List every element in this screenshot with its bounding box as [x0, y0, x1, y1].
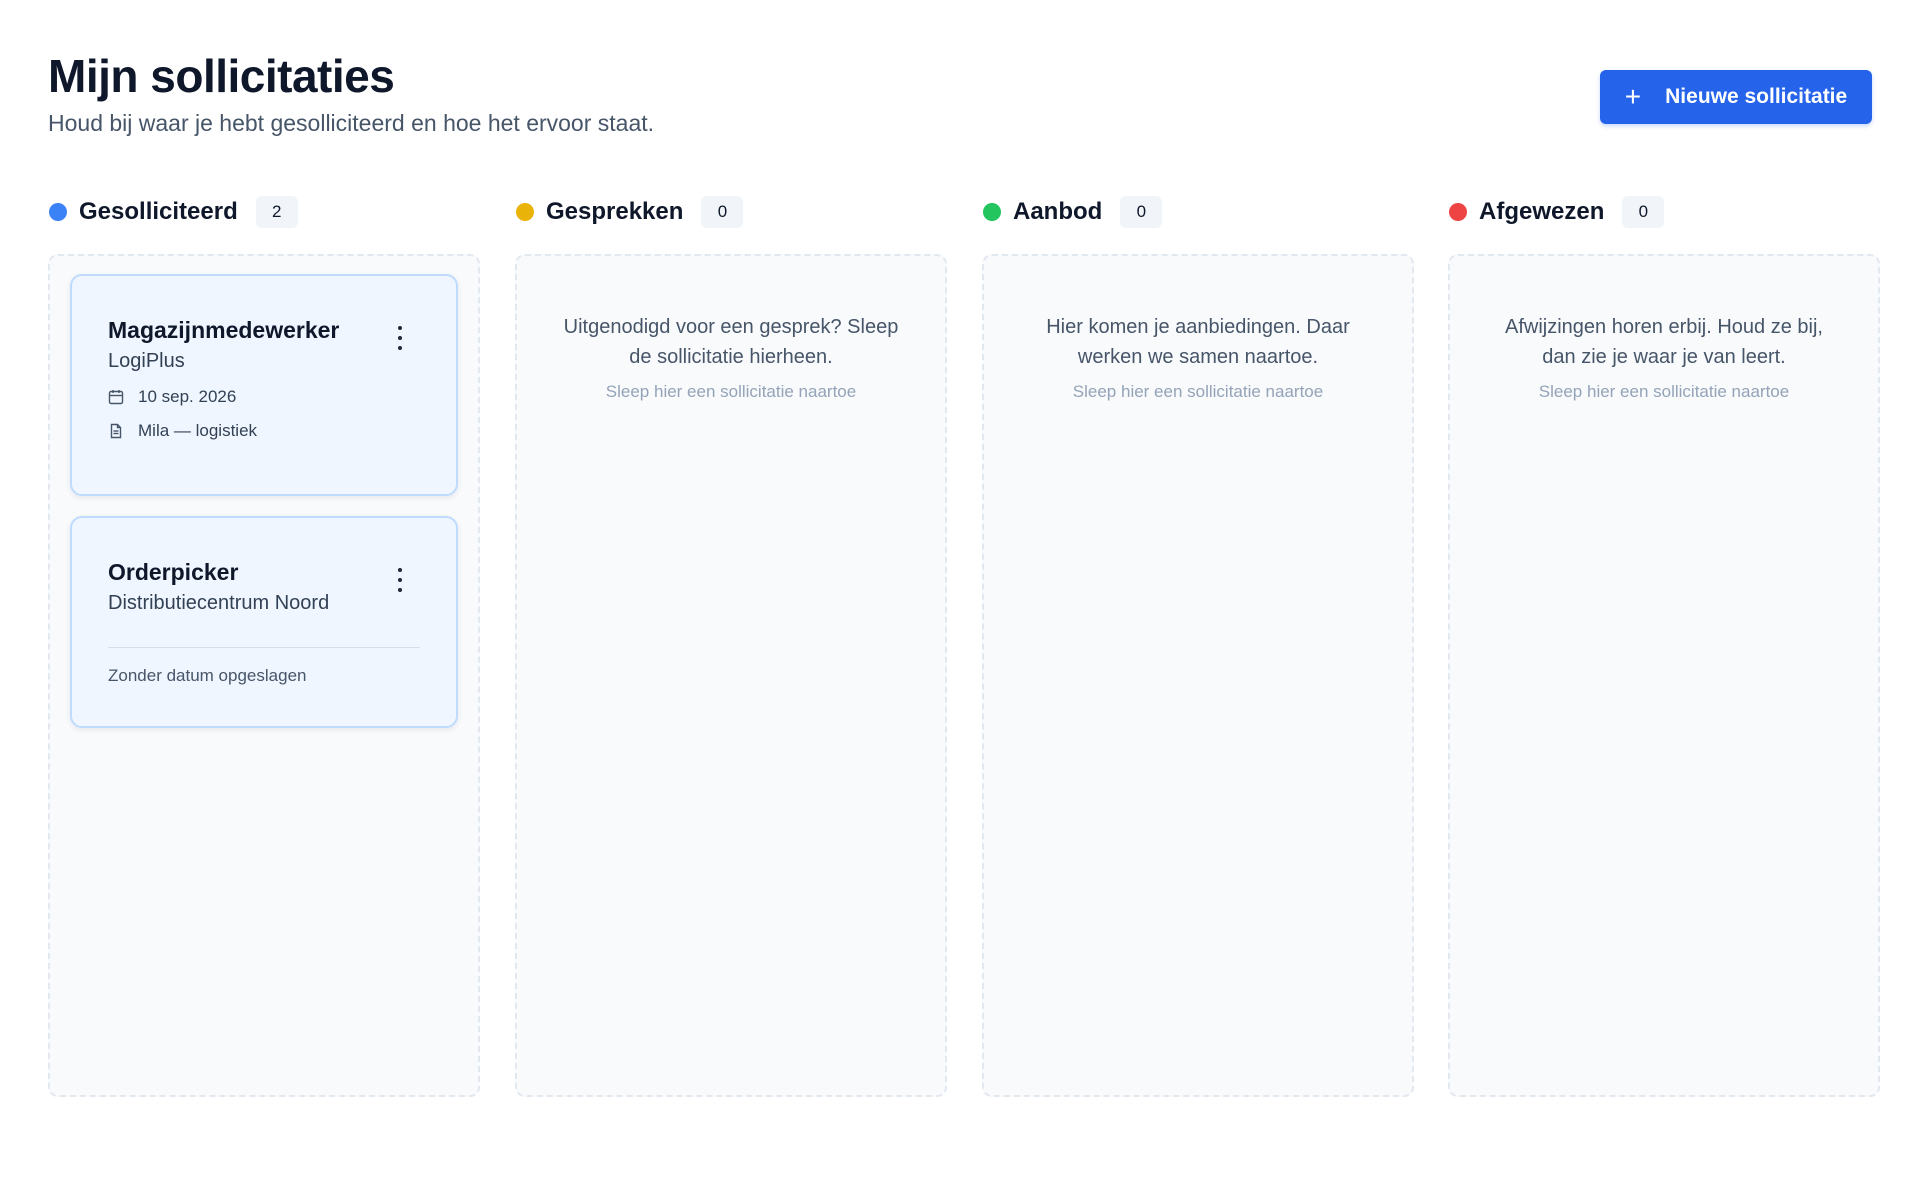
- application-card[interactable]: Magazijnmedewerker LogiPlus 10 sep. 2026…: [70, 274, 458, 496]
- dropzone[interactable]: Uitgenodigd voor een gesprek? Sleep de s…: [515, 254, 947, 1097]
- card-resume-row: Mila — logistiek: [108, 421, 420, 441]
- card-menu-button[interactable]: [392, 326, 408, 350]
- dropzone[interactable]: Hier komen je aanbiedingen. Daar werken …: [982, 254, 1414, 1097]
- card-date: 10 sep. 2026: [138, 387, 237, 406]
- status-dot: [983, 203, 1001, 221]
- dropzone[interactable]: Afwijzingen horen erbij. Houd ze bij, da…: [1448, 254, 1880, 1097]
- column-title: Afgewezen: [1479, 198, 1605, 225]
- card-resume: Mila — logistiek: [138, 421, 258, 440]
- status-dot: [516, 203, 534, 221]
- card-menu-button[interactable]: [392, 568, 408, 592]
- drop-hint: Sleep hier een sollicitatie naartoe: [605, 382, 857, 401]
- count-badge: 0: [1120, 196, 1163, 228]
- column-header: Gesolliciteerd 2: [48, 192, 480, 232]
- card-company: LogiPlus: [108, 350, 185, 372]
- column-header: Aanbod 0: [982, 192, 1414, 232]
- column-title: Gesprekken: [546, 198, 684, 225]
- column-header: Gesprekken 0: [515, 192, 947, 232]
- page-subtitle: Houd bij waar je hebt gesolliciteerd en …: [48, 110, 655, 136]
- calendar-icon: [108, 389, 124, 405]
- column-aanbod: Aanbod 0 Hier komen je aanbiedingen. Daa…: [982, 192, 1414, 1097]
- column-afgewezen: Afgewezen 0 Afwijzingen horen erbij. Hou…: [1448, 192, 1880, 1097]
- new-application-button[interactable]: + Nieuwe sollicitatie: [1600, 70, 1872, 124]
- empty-state: Uitgenodigd voor een gesprek? Sleep de s…: [517, 256, 945, 402]
- card-job-title: Magazijnmedewerker: [108, 317, 340, 343]
- count-badge: 0: [701, 196, 744, 228]
- card-date-row: 10 sep. 2026: [108, 387, 420, 407]
- status-dot: [49, 203, 67, 221]
- kanban-board: Gesolliciteerd 2 Magazijnmedewerker Logi…: [48, 192, 1880, 1097]
- column-gesprekken: Gesprekken 0 Uitgenodigd voor een gespre…: [515, 192, 947, 1097]
- count-badge: 0: [1622, 196, 1665, 228]
- drop-hint: Sleep hier een sollicitatie naartoe: [1538, 382, 1790, 401]
- empty-text: Afwijzingen horen erbij. Houd ze bij, da…: [1505, 316, 1823, 368]
- empty-state: Afwijzingen horen erbij. Houd ze bij, da…: [1450, 256, 1878, 402]
- card-job-title: Orderpicker: [108, 559, 239, 585]
- page-header: Mijn sollicitaties Houd bij waar je hebt…: [48, 46, 1872, 146]
- new-application-label: Nieuwe sollicitatie: [1665, 85, 1848, 108]
- empty-text: Uitgenodigd voor een gesprek? Sleep de s…: [563, 316, 899, 368]
- drop-hint: Sleep hier een sollicitatie naartoe: [1072, 382, 1324, 401]
- plus-icon: +: [1624, 81, 1642, 112]
- empty-state: Hier komen je aanbiedingen. Daar werken …: [984, 256, 1412, 402]
- card-company: Distributiecentrum Noord: [108, 592, 330, 614]
- application-card[interactable]: Orderpicker Distributiecentrum Noord Zon…: [70, 516, 458, 728]
- column-title: Gesolliciteerd: [79, 198, 238, 225]
- card-note: Zonder datum opgeslagen: [108, 666, 307, 685]
- column-title: Aanbod: [1013, 198, 1103, 225]
- status-dot: [1449, 203, 1467, 221]
- column-gesolliciteerd: Gesolliciteerd 2 Magazijnmedewerker Logi…: [48, 192, 480, 1097]
- card-divider: [108, 647, 420, 648]
- document-icon: [108, 423, 124, 439]
- count-badge: 2: [255, 196, 298, 228]
- page-title: Mijn sollicitaties: [48, 50, 395, 102]
- dropzone[interactable]: Magazijnmedewerker LogiPlus 10 sep. 2026…: [48, 254, 480, 1097]
- column-header: Afgewezen 0: [1448, 192, 1880, 232]
- empty-text: Hier komen je aanbiedingen. Daar werken …: [1046, 316, 1350, 368]
